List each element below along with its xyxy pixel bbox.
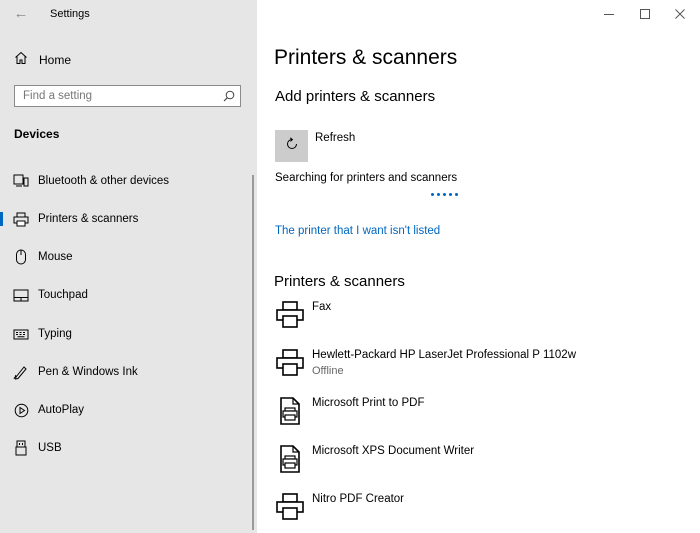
printer-not-listed-link[interactable]: The printer that I want isn't listed bbox=[275, 225, 440, 237]
section-title-devices: Devices bbox=[14, 127, 60, 141]
search-input[interactable] bbox=[15, 86, 218, 106]
printer-icon bbox=[275, 348, 305, 378]
pen-icon bbox=[12, 363, 30, 381]
sidebar-item-label: USB bbox=[38, 442, 62, 454]
printers-list-title: Printers & scanners bbox=[274, 273, 405, 290]
printer-item-nitro-pdf[interactable]: Nitro PDF Creator bbox=[273, 492, 673, 532]
printer-icon bbox=[275, 300, 305, 330]
printer-item-hp-laserjet[interactable]: Hewlett-Packard HP LaserJet Professional… bbox=[273, 348, 673, 388]
refresh-icon bbox=[285, 136, 299, 156]
home-icon bbox=[14, 51, 28, 70]
sidebar: ← Settings Home Devices Bluetooth & othe… bbox=[0, 0, 257, 533]
searching-status: Searching for printers and scanners bbox=[275, 172, 458, 184]
usb-icon bbox=[12, 439, 30, 457]
touchpad-icon bbox=[12, 286, 30, 304]
printer-icon bbox=[275, 492, 305, 522]
sidebar-item-bluetooth[interactable]: Bluetooth & other devices bbox=[0, 167, 250, 195]
printer-name: Hewlett-Packard HP LaserJet Professional… bbox=[312, 349, 576, 361]
sidebar-item-label: Printers & scanners bbox=[38, 213, 139, 225]
autoplay-icon bbox=[12, 401, 30, 419]
document-printer-icon bbox=[275, 396, 305, 426]
sidebar-item-usb[interactable]: USB bbox=[0, 434, 250, 462]
sidebar-item-label: Typing bbox=[38, 328, 72, 340]
app-title: Settings bbox=[50, 8, 90, 20]
search-box[interactable] bbox=[14, 85, 241, 107]
page-title: Printers & scanners bbox=[274, 46, 458, 69]
printer-name: Fax bbox=[312, 301, 332, 313]
sidebar-item-mouse[interactable]: Mouse bbox=[0, 243, 250, 271]
sidebar-scrollbar[interactable] bbox=[252, 175, 254, 530]
printer-name: Nitro PDF Creator bbox=[312, 493, 405, 505]
sidebar-item-label: Pen & Windows Ink bbox=[38, 366, 138, 378]
keyboard-icon bbox=[12, 325, 30, 343]
printer-name: Microsoft XPS Document Writer bbox=[312, 445, 475, 457]
sidebar-item-typing[interactable]: Typing bbox=[0, 320, 250, 348]
maximize-icon[interactable] bbox=[627, 0, 663, 28]
printer-status: Offline bbox=[312, 365, 344, 377]
printer-item-fax[interactable]: Fax bbox=[273, 300, 673, 340]
printer-icon bbox=[12, 210, 30, 228]
sidebar-item-label: Touchpad bbox=[38, 289, 88, 301]
home-nav-item[interactable]: Home bbox=[14, 50, 71, 70]
refresh-label[interactable]: Refresh bbox=[315, 132, 355, 144]
sidebar-item-printers[interactable]: Printers & scanners bbox=[0, 205, 250, 233]
printer-item-ms-print-to-pdf[interactable]: Microsoft Print to PDF bbox=[273, 396, 673, 436]
mouse-icon bbox=[12, 248, 30, 266]
sidebar-item-touchpad[interactable]: Touchpad bbox=[0, 281, 250, 309]
printer-name: Microsoft Print to PDF bbox=[312, 397, 425, 409]
sidebar-item-label: Bluetooth & other devices bbox=[38, 175, 170, 187]
sidebar-item-label: Mouse bbox=[38, 251, 73, 263]
bluetooth-devices-icon bbox=[12, 172, 30, 190]
close-icon[interactable] bbox=[662, 0, 698, 28]
sidebar-item-pen[interactable]: Pen & Windows Ink bbox=[0, 358, 250, 386]
add-section-title: Add printers & scanners bbox=[275, 88, 436, 105]
document-printer-icon bbox=[275, 444, 305, 474]
home-label: Home bbox=[39, 53, 72, 67]
refresh-button[interactable] bbox=[275, 130, 308, 162]
main-content: Printers & scanners Add printers & scann… bbox=[257, 0, 700, 533]
progress-dots-icon bbox=[431, 193, 458, 196]
sidebar-item-label: AutoPlay bbox=[38, 404, 85, 416]
minimize-icon[interactable] bbox=[591, 0, 627, 28]
back-arrow-icon[interactable]: ← bbox=[10, 4, 32, 24]
search-icon[interactable] bbox=[218, 86, 240, 106]
sidebar-item-autoplay[interactable]: AutoPlay bbox=[0, 396, 250, 424]
printer-item-ms-xps-writer[interactable]: Microsoft XPS Document Writer bbox=[273, 444, 673, 484]
